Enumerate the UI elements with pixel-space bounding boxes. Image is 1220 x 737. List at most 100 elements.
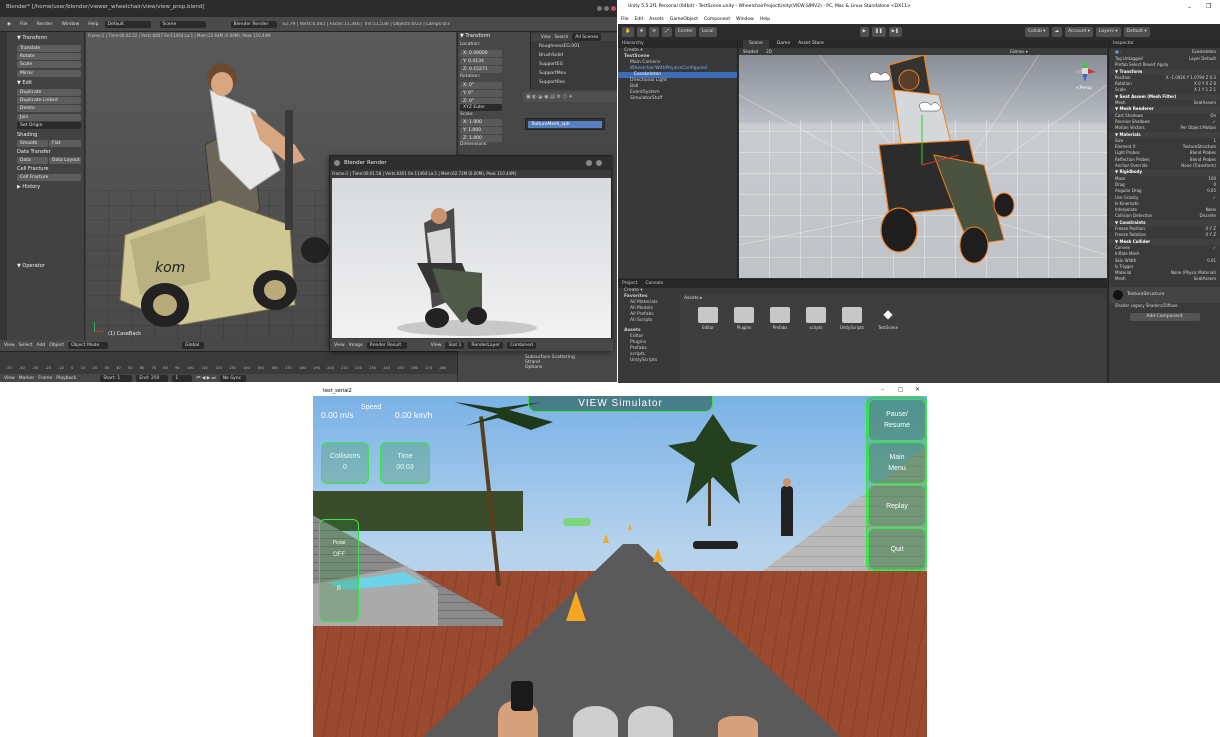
timeline-menu-view[interactable]: View	[4, 376, 15, 381]
render-image-menu[interactable]: Image	[349, 343, 363, 348]
add-component-button[interactable]: Add Component	[1129, 312, 1200, 321]
outliner-item[interactable]: BrushSolid	[531, 51, 617, 60]
asset-folder[interactable]: Editor	[694, 307, 722, 330]
inspector-row-value[interactable]: ✓	[1213, 245, 1216, 251]
account-button[interactable]: Account ▾	[1065, 27, 1093, 37]
duplicate-button[interactable]: Duplicate	[17, 89, 81, 96]
history-section-title[interactable]: ▶ History	[7, 183, 50, 192]
menu-help[interactable]: Help	[85, 22, 101, 27]
simulator-viewport[interactable]: VIEW Simulator 0.00 m/s Speed 0.00 km/h …	[313, 396, 927, 737]
join-button[interactable]: Join	[17, 114, 81, 121]
delete-button[interactable]: Delete	[17, 105, 81, 112]
layer-select[interactable]: Layer Default	[1189, 56, 1216, 62]
asset-folder[interactable]: ◆ TestScene	[874, 307, 902, 330]
menu-component[interactable]: Component	[704, 17, 730, 22]
render-engine-select[interactable]: Blender Render	[230, 20, 277, 28]
assets-tree-item[interactable]: UnityScripts	[618, 358, 678, 364]
location-x-field[interactable]: X: 0.00000	[460, 50, 502, 57]
menu-add[interactable]: Add	[37, 343, 46, 348]
menu-edit[interactable]: Edit	[635, 17, 644, 22]
window-maximize-icon[interactable]: ▢	[898, 386, 904, 393]
main-menu-button[interactable]: Main Menu	[868, 442, 926, 484]
set-origin-select[interactable]: Set Origin	[17, 122, 81, 129]
shader-select[interactable]: Shader Legacy Shaders/Diffuse	[1109, 303, 1220, 309]
layers-button[interactable]: Layers ▾	[1095, 27, 1121, 37]
move-tool-icon[interactable]: ✥	[636, 27, 647, 37]
scene-select[interactable]: Scene	[159, 20, 206, 28]
game-tab[interactable]: Game	[777, 40, 790, 48]
inspector-row-value[interactable]: SeatAssem	[1194, 100, 1216, 106]
menu-window[interactable]: Window	[59, 22, 83, 27]
inspector-row[interactable]: Mesh SeatAssem	[1109, 276, 1220, 282]
location-y-field[interactable]: Y: 0.4134	[460, 58, 502, 65]
menu-help[interactable]: Help	[760, 17, 770, 22]
window-minimize-icon[interactable]: –	[881, 386, 884, 393]
outliner-item[interactable]: SupportMov	[531, 69, 617, 78]
2d-toggle[interactable]: 2D	[766, 48, 772, 55]
project-tab[interactable]: Project	[622, 280, 637, 288]
replay-button[interactable]: Replay	[868, 485, 926, 527]
flat-button[interactable]: Flat	[49, 140, 81, 147]
blender-logo-icon[interactable]: ◉	[4, 22, 14, 27]
scale-button[interactable]: Scale	[17, 61, 81, 68]
end-frame-field[interactable]: End: 250	[136, 374, 169, 382]
menu-file[interactable]: File	[621, 17, 629, 22]
inspector-tab[interactable]: Inspector	[1109, 40, 1220, 48]
scale-z-field[interactable]: Z: 1.000	[460, 135, 502, 142]
render-window[interactable]: Blender Render Frame:1 | Time:00:01.58 |…	[329, 155, 613, 351]
layout-select[interactable]: Default	[104, 20, 151, 28]
location-z-field[interactable]: Z: 0.15271	[460, 66, 502, 73]
menu-select[interactable]: Select	[19, 343, 33, 348]
asset-folder[interactable]: scripts	[802, 307, 830, 330]
translate-button[interactable]: Translate	[17, 45, 81, 52]
material-slot[interactable]: TextureMesh_sph	[528, 121, 602, 128]
menu-object[interactable]: Object	[49, 343, 64, 348]
timeline-menu-frame[interactable]: Frame	[38, 376, 52, 381]
menu-view[interactable]: View	[4, 343, 15, 348]
window-minimize-icon[interactable]	[597, 6, 602, 11]
outliner-scenes-select[interactable]: All Scenes	[572, 33, 602, 41]
properties-context-tabs[interactable]: ▣ ◐ ◒ ◉ ▤ ⚙ ⬡ ✦	[523, 92, 617, 102]
rotation-mode-select[interactable]: XYZ Euler	[460, 104, 502, 111]
options-section[interactable]: Options	[525, 365, 615, 370]
menu-gameobject[interactable]: GameObject	[670, 17, 698, 22]
wheelchair-model-icon[interactable]: kom	[110, 50, 340, 330]
inspector-object-name[interactable]: Exoskeleton	[1192, 48, 1216, 56]
menu-file[interactable]: File	[17, 22, 31, 27]
pause-icon[interactable]: ❚❚	[872, 27, 886, 37]
layout-button[interactable]: Default ▾	[1123, 27, 1150, 37]
mirror-button[interactable]: Mirror	[17, 70, 81, 77]
menu-window[interactable]: Window	[736, 17, 754, 22]
pivot-local-button[interactable]: Local	[698, 27, 717, 37]
scale-y-field[interactable]: Y: 1.000	[460, 127, 502, 134]
asset-folder[interactable]: Prefabs	[766, 307, 794, 330]
outliner-search-tab[interactable]: Search	[555, 33, 569, 41]
rotate-tool-icon[interactable]: ⟳	[649, 27, 660, 37]
timeline-menu-playback[interactable]: Playback	[56, 376, 76, 381]
shading-mode-select[interactable]: Shaded	[743, 48, 758, 55]
perspective-label[interactable]: <Persp	[1076, 86, 1092, 91]
inspector-row-value[interactable]: X 1 Y 1 Z 1	[1194, 87, 1216, 93]
inspector-row-value[interactable]: 0.01	[1207, 258, 1216, 264]
asset-store-tab[interactable]: Asset Store	[798, 40, 824, 48]
rotate-button[interactable]: Rotate	[17, 53, 81, 60]
current-frame-field[interactable]: 1	[172, 374, 193, 382]
render-view-toggle[interactable]: View	[431, 343, 442, 348]
outliner-item[interactable]: RoughnessEG.001	[531, 42, 617, 51]
cloud-icon[interactable]: ☁	[1051, 27, 1063, 37]
pause-resume-button[interactable]: Pause/Resume	[868, 399, 926, 441]
data-button[interactable]: Data	[17, 157, 48, 164]
play-controls-icon[interactable]: ⏮ ◀ ▶ ⏭	[196, 375, 215, 381]
play-icon[interactable]: ▶	[859, 27, 870, 37]
window-close-icon[interactable]: ✕	[915, 386, 920, 393]
window-restore-icon[interactable]: ❐	[1206, 3, 1211, 10]
window-maximize-icon[interactable]	[604, 6, 609, 11]
gizmos-select[interactable]: Gizmos ▾	[1010, 48, 1028, 55]
inspector-row-value[interactable]: SeatAssem	[1194, 276, 1216, 282]
inspector-row-value[interactable]: X Y Z	[1206, 232, 1216, 238]
collab-button[interactable]: Collab ▾	[1024, 27, 1049, 37]
window-minimize-icon[interactable]: –	[1188, 4, 1191, 11]
render-pass-select[interactable]: Combined	[506, 341, 536, 349]
scene-wheelchair-icon[interactable]	[739, 55, 1107, 278]
smooth-button[interactable]: Smooth	[17, 140, 48, 147]
